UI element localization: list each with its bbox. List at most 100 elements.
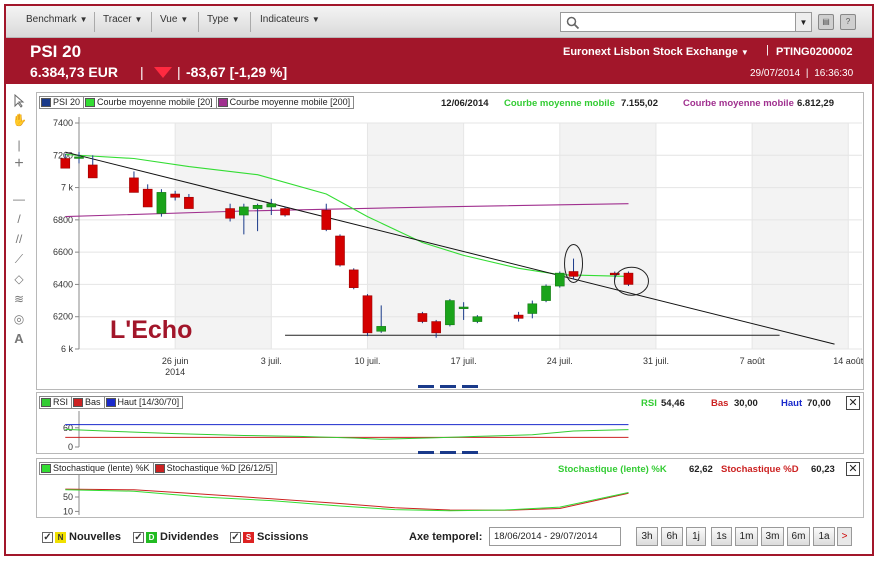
toolbar-divider [250,12,251,32]
period-1s-button[interactable]: 1s [711,527,732,546]
chart-window: Benchmark ▼ Tracer ▼ Vue ▼ Type ▼ Indicateur… [4,4,874,556]
week-band [752,123,849,349]
checkbox-dividendes[interactable]: ✓ D Dividendes [133,531,219,543]
hand-tool[interactable]: ✋ [12,113,27,127]
menu-tracer[interactable]: Tracer ▼ [103,14,142,30]
x-tick-label: 7 août [740,356,766,366]
ray-line-tool[interactable]: ⟋ [12,252,26,266]
period-6m-button[interactable]: 6m [787,527,810,546]
candle-body [335,235,345,266]
arc-icon: ◎ [13,312,25,326]
period-6h-button[interactable]: 6h [661,527,683,546]
candle-body [321,209,332,230]
hand-icon: ✋ [12,113,27,127]
time-axis-input[interactable] [489,527,621,546]
news-tag-icon: N [55,531,66,543]
vertical-line-tool[interactable]: | [12,138,26,152]
cursor-tool[interactable] [12,93,26,108]
candle-body [129,177,139,193]
candle-body [527,303,538,314]
y-tick-label: 10 [63,506,73,516]
search-icon [566,16,580,30]
period-1a-button[interactable]: 1a [813,527,835,546]
candle-body [170,193,180,198]
period-1m-button[interactable]: 1m [735,527,758,546]
search-dropdown-button[interactable]: ▼ [796,12,812,32]
y-tick-label: 7 k [61,183,74,193]
price-chart-panel: PSI 20 Courbe moyenne mobile [20] Courbe… [36,92,864,390]
y-tick-label: 7400 [53,118,73,128]
menu-benchmark[interactable]: Benchmark ▼ [26,14,88,30]
crosshair-icon: + [14,155,24,172]
checkbox-scissions[interactable]: ✓ S Scissions [230,531,308,543]
down-arrow-icon [154,67,172,78]
stochastic-panel: Stochastique (lente) %K Stochastique %D … [36,458,864,518]
toolbar-divider [198,12,199,32]
x-tick-label: 26 juin [162,356,189,366]
candle-body [280,208,290,216]
caret-down-icon: ▼ [79,15,88,24]
split-tag-icon: S [243,531,254,543]
caret-down-icon: ▼ [231,15,240,24]
help-button[interactable]: ? [840,14,856,30]
candle-body [472,316,483,322]
cursor-icon [14,93,25,108]
fan-icon: ≋ [13,292,25,306]
next-period-button[interactable]: > [837,527,852,546]
y-tick-label: 0 [68,442,73,452]
trend-line-tool[interactable]: / [12,212,26,226]
fibonacci-fan-tool[interactable]: ≋ [12,292,26,306]
stochastic-chart[interactable]: 5010 [37,459,863,517]
candle-body [431,321,441,334]
candle-body [225,208,235,219]
fibonacci-arc-tool[interactable]: ◎ [12,312,26,326]
exchange-selector[interactable]: Euronext Lisbon Stock Exchange ▼ [563,46,749,58]
help-icon: ? [845,17,851,26]
rsi-chart[interactable]: 600 [37,393,863,453]
price-change: -83,67 [-1,29 %] [186,64,288,80]
period-1j-button[interactable]: 1j [686,527,706,546]
candle-body [513,314,524,319]
last-price: 6.384,73 EUR [30,64,118,80]
parallel-lines-tool[interactable]: // [12,232,26,246]
candle-body [376,326,387,332]
x-tick-label: 10 juil. [354,356,380,366]
period-3h-button[interactable]: 3h [636,527,658,546]
menu-vue[interactable]: Vue ▼ [160,14,188,30]
dividend-tag-icon: D [146,531,157,543]
horizontal-line-icon: — [13,192,25,206]
header-divider: | [140,64,144,80]
ray-line-icon: ⟋ [14,252,24,266]
isin-code: PTING0200002 [776,46,853,58]
x-tick-label: 24 juil. [547,356,573,366]
period-3m-button[interactable]: 3m [761,527,784,546]
panel-resize-handle[interactable] [418,451,480,454]
y-tick-label: 6 k [61,344,74,354]
text-tool[interactable]: A [12,332,26,346]
candle-body [60,158,71,169]
menu-type[interactable]: Type ▼ [207,14,240,30]
horizontal-line-tool[interactable]: — [12,192,26,206]
crosshair-tool[interactable]: + [12,155,26,172]
toolbar: Benchmark ▼ Tracer ▼ Vue ▼ Type ▼ Indicateur… [6,6,872,38]
candle-body [362,295,373,334]
panel-resize-handle[interactable] [418,385,480,388]
time-axis-label: Axe temporel: [409,531,483,543]
checkbox-nouvelles[interactable]: ✓ N Nouvelles [42,531,121,543]
candle-body [156,192,167,214]
y-tick-label: 50 [63,492,73,502]
channel-tool[interactable]: ◇ [12,272,26,286]
search-input[interactable] [560,12,796,32]
candle-body [252,205,263,209]
export-button[interactable]: ▤ [818,14,834,30]
candle-body [184,196,194,209]
x-tick-sublabel: 2014 [165,367,185,377]
candle-body [458,306,469,309]
text-icon: A [14,331,24,346]
candle-body [623,272,634,285]
caret-down-icon: ▼ [180,15,189,24]
menu-indicateurs[interactable]: Indicateurs ▼ [260,14,320,30]
price-chart[interactable]: L'Echo 740072007 k68006600640062006 k26 … [37,93,863,389]
quote-header: PSI 20 6.384,73 EUR | | -83,67 [-1,29 %]… [6,38,872,84]
caret-down-icon: ▼ [740,48,749,57]
